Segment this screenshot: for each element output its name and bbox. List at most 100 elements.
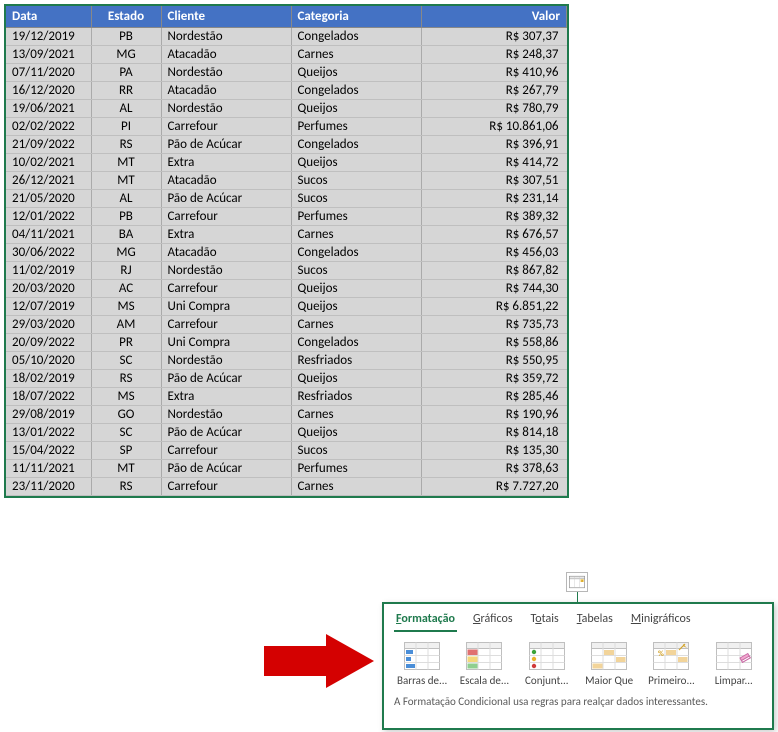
cell[interactable]: 23/11/2020 bbox=[6, 478, 91, 496]
cell[interactable]: 13/09/2021 bbox=[6, 46, 91, 64]
cell[interactable]: Congelados bbox=[291, 244, 421, 262]
table-row[interactable]: 21/05/2020ALPão de AcúcarSucosR$ 231,14 bbox=[6, 190, 567, 208]
option-data-bars[interactable]: Barras de... bbox=[394, 641, 450, 687]
table-row[interactable]: 12/01/2022PBCarrefourPerfumesR$ 389,32 bbox=[6, 208, 567, 226]
option-icon-set[interactable]: Conjunt... bbox=[519, 641, 575, 687]
cell[interactable]: Carrefour bbox=[161, 478, 291, 496]
tab-charts[interactable]: Gráficos bbox=[471, 610, 515, 632]
cell[interactable]: R$ 744,30 bbox=[421, 280, 567, 298]
cell[interactable]: Perfumes bbox=[291, 208, 421, 226]
cell[interactable]: SC bbox=[91, 352, 161, 370]
tab-sparklines[interactable]: Minigráficos bbox=[629, 610, 693, 632]
cell[interactable]: Atacadão bbox=[161, 172, 291, 190]
cell[interactable]: R$ 190,96 bbox=[421, 406, 567, 424]
cell[interactable]: 20/03/2020 bbox=[6, 280, 91, 298]
cell[interactable]: R$ 676,57 bbox=[421, 226, 567, 244]
cell[interactable]: Carrefour bbox=[161, 442, 291, 460]
cell[interactable]: R$ 814,18 bbox=[421, 424, 567, 442]
cell[interactable]: 15/04/2022 bbox=[6, 442, 91, 460]
cell[interactable]: Congelados bbox=[291, 28, 421, 46]
cell[interactable]: Pão de Acúcar bbox=[161, 424, 291, 442]
cell[interactable]: 26/12/2021 bbox=[6, 172, 91, 190]
cell[interactable]: 19/06/2021 bbox=[6, 100, 91, 118]
cell[interactable]: PB bbox=[91, 208, 161, 226]
cell[interactable]: Carrefour bbox=[161, 208, 291, 226]
cell[interactable]: Atacadão bbox=[161, 244, 291, 262]
cell[interactable]: Resfriados bbox=[291, 352, 421, 370]
cell[interactable]: R$ 307,51 bbox=[421, 172, 567, 190]
cell[interactable]: R$ 389,32 bbox=[421, 208, 567, 226]
cell[interactable]: PR bbox=[91, 334, 161, 352]
cell[interactable]: RS bbox=[91, 370, 161, 388]
table-row[interactable]: 21/09/2022RSPão de AcúcarCongeladosR$ 39… bbox=[6, 136, 567, 154]
tab-formatting[interactable]: Formatação bbox=[394, 610, 457, 632]
cell[interactable]: Carrefour bbox=[161, 118, 291, 136]
cell[interactable]: Nordestão bbox=[161, 262, 291, 280]
cell[interactable]: 18/02/2019 bbox=[6, 370, 91, 388]
cell[interactable]: 29/08/2019 bbox=[6, 406, 91, 424]
cell[interactable]: MS bbox=[91, 388, 161, 406]
tab-tables[interactable]: Tabelas bbox=[575, 610, 615, 632]
cell[interactable]: MG bbox=[91, 46, 161, 64]
cell[interactable]: MG bbox=[91, 244, 161, 262]
cell[interactable]: R$ 414,72 bbox=[421, 154, 567, 172]
cell[interactable]: R$ 410,96 bbox=[421, 64, 567, 82]
table-row[interactable]: 23/11/2020RSCarrefourCarnesR$ 7.727,20 bbox=[6, 478, 567, 496]
cell[interactable]: R$ 10.861,06 bbox=[421, 118, 567, 136]
cell[interactable]: SP bbox=[91, 442, 161, 460]
cell[interactable]: Extra bbox=[161, 226, 291, 244]
cell[interactable]: Congelados bbox=[291, 136, 421, 154]
cell[interactable]: Carnes bbox=[291, 46, 421, 64]
cell[interactable]: R$ 267,79 bbox=[421, 82, 567, 100]
cell[interactable]: 12/01/2022 bbox=[6, 208, 91, 226]
cell[interactable]: Queijos bbox=[291, 100, 421, 118]
table-row[interactable]: 12/07/2019MSUni CompraQueijosR$ 6.851,22 bbox=[6, 298, 567, 316]
cell[interactable]: RS bbox=[91, 136, 161, 154]
cell[interactable]: R$ 135,30 bbox=[421, 442, 567, 460]
col-header-categoria[interactable]: Categoria bbox=[291, 6, 421, 28]
cell[interactable]: 16/12/2020 bbox=[6, 82, 91, 100]
table-row[interactable]: 10/02/2021MTExtraQueijosR$ 414,72 bbox=[6, 154, 567, 172]
cell[interactable]: Queijos bbox=[291, 298, 421, 316]
cell[interactable]: R$ 285,46 bbox=[421, 388, 567, 406]
option-color-scale[interactable]: Escala de... bbox=[456, 641, 512, 687]
cell[interactable]: Sucos bbox=[291, 262, 421, 280]
cell[interactable]: Nordestão bbox=[161, 406, 291, 424]
table-row[interactable]: 16/12/2020RRAtacadãoCongeladosR$ 267,79 bbox=[6, 82, 567, 100]
cell[interactable]: Nordestão bbox=[161, 28, 291, 46]
cell[interactable]: PI bbox=[91, 118, 161, 136]
cell[interactable]: Sucos bbox=[291, 172, 421, 190]
cell[interactable]: MT bbox=[91, 154, 161, 172]
table-row[interactable]: 20/09/2022PRUni CompraCongeladosR$ 558,8… bbox=[6, 334, 567, 352]
cell[interactable]: R$ 396,91 bbox=[421, 136, 567, 154]
cell[interactable]: R$ 248,37 bbox=[421, 46, 567, 64]
cell[interactable]: Carnes bbox=[291, 406, 421, 424]
cell[interactable]: R$ 359,72 bbox=[421, 370, 567, 388]
cell[interactable]: R$ 231,14 bbox=[421, 190, 567, 208]
cell[interactable]: 11/02/2019 bbox=[6, 262, 91, 280]
cell[interactable]: Pão de Acúcar bbox=[161, 460, 291, 478]
tab-totals[interactable]: Totais bbox=[529, 610, 561, 632]
table-row[interactable]: 15/04/2022SPCarrefourSucosR$ 135,30 bbox=[6, 442, 567, 460]
cell[interactable]: AL bbox=[91, 190, 161, 208]
cell[interactable]: 30/06/2022 bbox=[6, 244, 91, 262]
cell[interactable]: RR bbox=[91, 82, 161, 100]
cell[interactable]: 19/12/2019 bbox=[6, 28, 91, 46]
cell[interactable]: PB bbox=[91, 28, 161, 46]
table-row[interactable]: 13/09/2021MGAtacadãoCarnesR$ 248,37 bbox=[6, 46, 567, 64]
cell[interactable]: Nordestão bbox=[161, 64, 291, 82]
cell[interactable]: R$ 378,63 bbox=[421, 460, 567, 478]
cell[interactable]: Sucos bbox=[291, 442, 421, 460]
cell[interactable]: Atacadão bbox=[161, 82, 291, 100]
cell[interactable]: MS bbox=[91, 298, 161, 316]
cell[interactable]: Queijos bbox=[291, 370, 421, 388]
cell[interactable]: Carnes bbox=[291, 478, 421, 496]
cell[interactable]: Congelados bbox=[291, 334, 421, 352]
cell[interactable]: BA bbox=[91, 226, 161, 244]
cell[interactable]: 13/01/2022 bbox=[6, 424, 91, 442]
data-table-selection[interactable]: Data Estado Cliente Categoria Valor 19/1… bbox=[4, 4, 569, 498]
cell[interactable]: 05/10/2020 bbox=[6, 352, 91, 370]
cell[interactable]: RS bbox=[91, 478, 161, 496]
cell[interactable]: R$ 6.851,22 bbox=[421, 298, 567, 316]
table-row[interactable]: 29/03/2020AMCarrefourCarnesR$ 735,73 bbox=[6, 316, 567, 334]
